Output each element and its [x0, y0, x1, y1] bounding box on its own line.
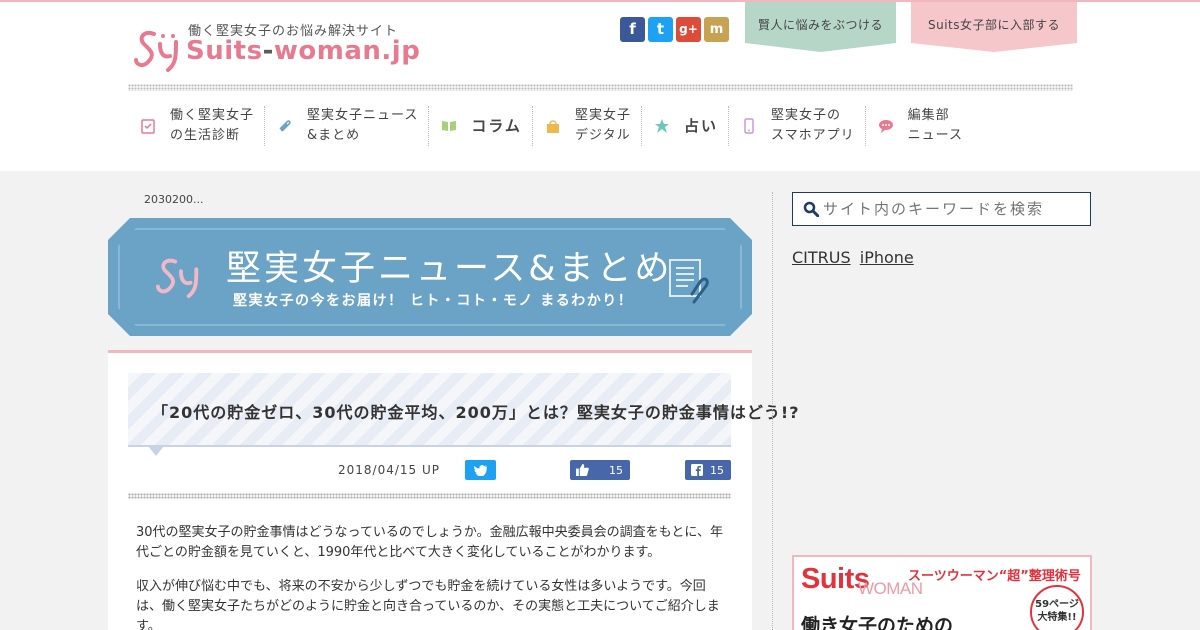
site-search [792, 192, 1091, 226]
logo-mark-icon [134, 31, 178, 72]
nav-item-digital[interactable]: 堅実女子 デジタル [533, 106, 642, 146]
search-input[interactable] [823, 193, 1087, 225]
article-dotted-divider [128, 493, 731, 499]
article-title-box: 「20代の貯金ゼロ、30代の貯金平均、200万」とは？堅実女子の貯金事情はどう!… [128, 373, 799, 456]
article-paragraph: 収入が伸び悩む中でも、将来の不安から少しずつでも貯金を続けている女性は多いようで… [136, 579, 720, 630]
site-header: 働く堅実女子のお悩み解決サイト Suits-woman.jp f t g+ m … [0, 2, 1200, 171]
clipboard-check-icon [141, 119, 155, 134]
ad-badge-line1: 59ページ [1035, 599, 1079, 610]
nav-item-fortune[interactable]: 占い [642, 106, 729, 146]
ad-badge-line2: 大特集!! [1037, 612, 1077, 623]
nav-item-label: 堅実女子の スマホアプリ [770, 108, 855, 143]
banner-subtitle: 堅実女子の今をお届け！ ヒト・コト・モノ まるわかり！ [233, 293, 634, 309]
magazine-ad[interactable]: Suits WOMAN スーツウーマン“超”整理術号 59ページ 大特集!! 働き… [792, 555, 1092, 630]
nav-item-diagnosis[interactable]: 働く堅実女子 の生活診断 [128, 106, 266, 146]
like-count: 15 [609, 463, 623, 477]
facebook-icon[interactable]: f [620, 17, 645, 42]
breadcrumb[interactable]: 2030200... [144, 193, 203, 206]
consult-ribbon-button[interactable]: 賢人に悩みをぶつける [745, 2, 896, 52]
nav-item-label: 堅実女子 デジタル [574, 108, 631, 143]
smartphone-icon [744, 118, 754, 134]
nav-item-news[interactable]: 堅実女子ニュース &まとめ [265, 106, 430, 146]
twitter-bird-icon [474, 464, 487, 476]
category-banner: 堅実女子ニュース&まとめ 堅実女子の今をお届け！ ヒト・コト・モノ まるわかり！ [108, 218, 752, 336]
like-button[interactable]: 15 [570, 460, 630, 480]
article-date: 2018/04/15 UP [338, 463, 440, 477]
ad-badge: 59ページ大特集!! [1030, 585, 1084, 630]
logo-wordmark: Suits-woman.jp [186, 36, 420, 66]
logo-dot: . [381, 36, 392, 66]
article-paragraph: 30代の堅実女子の貯金事情はどうなっているのでしょうか。金融広報中央委員会の調査… [136, 525, 723, 560]
mixi-icon[interactable]: m [704, 17, 729, 42]
facebook-share-button[interactable]: 15 [685, 460, 731, 480]
keyword-link-citrus[interactable]: CITRUS [792, 248, 851, 267]
ad-text: 働き女子のための [801, 615, 954, 630]
shopping-bag-icon [546, 120, 559, 133]
speech-bubble-icon [878, 120, 893, 133]
ad-headline: スーツウーマン“超”整理術号 [908, 569, 1081, 584]
nav-item-editorial[interactable]: 編集部 ニュース [866, 106, 973, 146]
nav-item-label: コラム [471, 117, 522, 135]
search-icon[interactable] [803, 201, 819, 217]
sidebar-divider [772, 192, 773, 630]
social-links: f t g+ m [620, 17, 729, 42]
nav-item-app[interactable]: 堅実女子の スマホアプリ [729, 106, 866, 146]
banner-title: 堅実女子ニュース&まとめ [226, 249, 673, 289]
share-count: 15 [710, 463, 724, 477]
logo-dash: - [262, 36, 274, 66]
star-icon [654, 119, 669, 133]
facebook-icon [691, 464, 703, 476]
main-nav: 働く堅実女子 の生活診断 堅実女子ニュース &まとめ コラム 堅実女子 デジタル… [128, 106, 973, 154]
twitter-icon[interactable]: t [648, 17, 673, 42]
nav-item-label: 働く堅実女子 の生活診断 [170, 108, 255, 143]
tweet-button[interactable] [465, 460, 496, 480]
header-dotted-divider [128, 84, 1073, 91]
nav-item-label: 編集部 ニュース [907, 108, 963, 143]
nav-item-label: 堅実女子ニュース &まとめ [307, 108, 419, 143]
paperclip-icon [279, 120, 291, 132]
nav-item-column[interactable]: コラム [429, 106, 533, 146]
keyword-link-iphone[interactable]: iPhone [860, 248, 914, 267]
join-club-ribbon-button[interactable]: Suits女子部に入部する [911, 2, 1077, 52]
logo-mark-icon [156, 258, 199, 299]
googleplus-icon[interactable]: g+ [676, 17, 701, 42]
nav-item-label: 占い [683, 117, 718, 135]
document-clip-icon [669, 259, 709, 304]
article-card: 「20代の貯金ゼロ、30代の貯金平均、200万」とは？堅実女子の貯金事情はどう!… [108, 350, 799, 630]
thumbs-up-icon [576, 464, 589, 476]
logo-word-suits: Suits [186, 36, 263, 66]
article-title: 「20代の貯金ゼロ、30代の貯金平均、200万」とは？堅実女子の貯金事情はどう!… [152, 403, 800, 422]
sidebar-keyword-links: CITRUS iPhone [792, 248, 918, 267]
logo-word-woman: woman [273, 36, 382, 66]
open-book-icon [442, 121, 457, 131]
logo-word-jp: jp [391, 36, 421, 66]
